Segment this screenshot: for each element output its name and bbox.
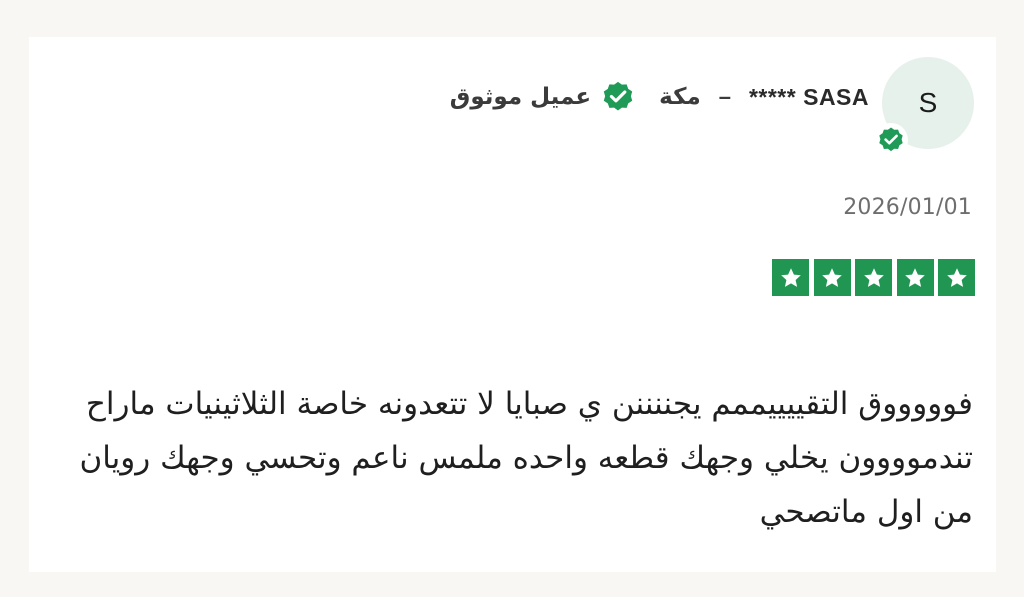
star-icon <box>896 259 934 296</box>
star-icon <box>938 259 975 296</box>
review-date: 2026/01/01 <box>843 195 972 220</box>
review-text: فوووووق التقييييممم يجننننن ي صبايا لا ت… <box>79 386 973 530</box>
reviewer-header: عميل موثوق مكة – ***** SASA <box>329 75 869 119</box>
header-separator: – <box>718 84 731 109</box>
review-card: S عميل موثوق مكة – ***** SASA 2026/01/01 <box>29 37 996 572</box>
verified-badge-icon <box>874 123 908 157</box>
verified-check-icon <box>603 81 633 111</box>
star-icon <box>813 259 851 296</box>
star-icon <box>855 259 892 296</box>
star-rating <box>772 259 975 296</box>
verified-customer-label: عميل موثوق <box>449 84 592 110</box>
star-icon <box>772 259 809 296</box>
reviewer-city: مكة <box>659 84 701 110</box>
reviewer-name: ***** SASA <box>748 83 869 110</box>
